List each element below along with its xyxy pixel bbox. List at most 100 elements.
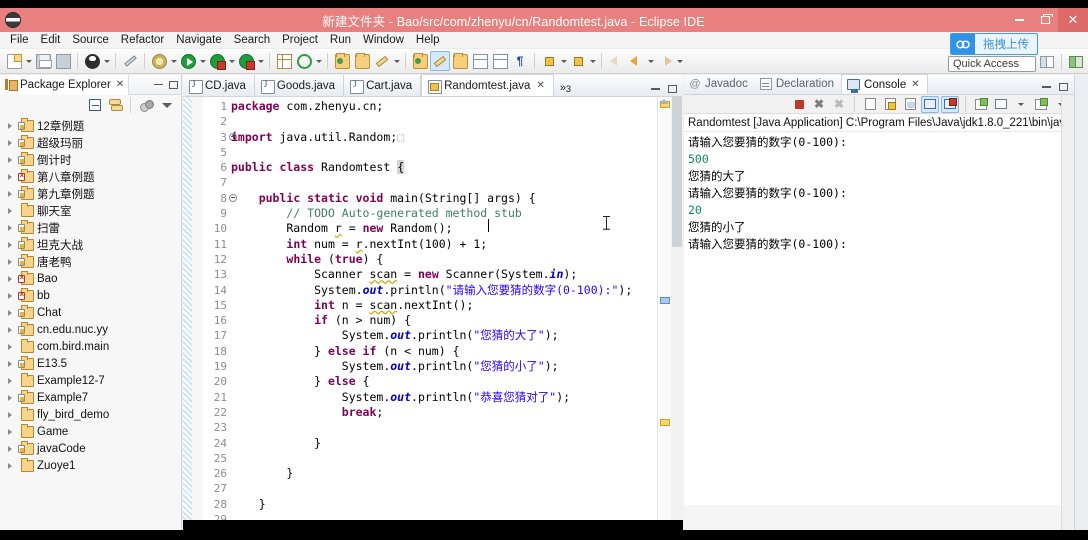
- editor-tab-randomtest-java[interactable]: Randomtest.java ✕: [421, 74, 554, 96]
- skip-breakpoints-icon[interactable]: [450, 51, 470, 71]
- tree-item[interactable]: Bao: [0, 270, 181, 287]
- word-wrap-icon[interactable]: [901, 96, 919, 113]
- new-file-dropdown-arrow-icon[interactable]: [24, 51, 33, 71]
- tree-item[interactable]: 唐老鸭: [0, 253, 181, 270]
- tree-item[interactable]: bb: [0, 287, 181, 304]
- expand-arrow-icon[interactable]: [8, 185, 18, 202]
- tree-item[interactable]: 扫雷: [0, 219, 181, 236]
- tree-item[interactable]: Example12-7: [0, 372, 181, 389]
- save-all-icon[interactable]: [53, 51, 73, 71]
- scroll-up-caret-icon[interactable]: [659, 99, 669, 104]
- external-tools-dropdown-arrow-icon[interactable]: [314, 51, 323, 71]
- expand-arrow-icon[interactable]: [8, 440, 18, 457]
- pin-console-icon[interactable]: [972, 96, 990, 113]
- menu-edit[interactable]: Edit: [35, 33, 67, 47]
- tree-item[interactable]: 第八章例题: [0, 168, 181, 185]
- marker-occurrence[interactable]: [660, 297, 670, 304]
- expand-arrow-icon[interactable]: [8, 219, 18, 236]
- previous-edit-dropdown-arrow-icon[interactable]: [588, 51, 597, 71]
- minimize-button[interactable]: [1006, 8, 1032, 32]
- code-line[interactable]: System.out.println("您猜的大了");: [231, 328, 671, 343]
- code-line[interactable]: [231, 145, 671, 160]
- previous-annotation-icon[interactable]: [490, 51, 510, 71]
- right-perspective-rail[interactable]: [1074, 75, 1088, 530]
- editor-vertical-scrollbar[interactable]: [671, 97, 683, 530]
- new-file-icon[interactable]: [4, 51, 24, 71]
- close-icon[interactable]: ✕: [536, 80, 544, 91]
- display-selected-console-dropdown-arrow-icon[interactable]: [1012, 96, 1030, 113]
- expand-arrow-icon[interactable]: [8, 253, 18, 270]
- new-java-project-icon[interactable]: [274, 51, 294, 71]
- run-icon[interactable]: [178, 51, 198, 71]
- external-tools-icon[interactable]: [294, 51, 314, 71]
- open-task-icon[interactable]: [352, 51, 372, 71]
- open-console-icon[interactable]: [1032, 96, 1050, 113]
- marker-warning[interactable]: [660, 419, 670, 426]
- back-icon[interactable]: [606, 51, 626, 71]
- expand-arrow-icon[interactable]: [8, 117, 18, 134]
- search-icon[interactable]: [372, 51, 392, 71]
- expand-arrow-icon[interactable]: [8, 457, 18, 474]
- close-icon[interactable]: ✕: [911, 79, 919, 90]
- expand-arrow-icon[interactable]: [8, 321, 18, 338]
- display-selected-console-icon[interactable]: [992, 96, 1010, 113]
- quick-access-input[interactable]: Quick Access: [948, 56, 1036, 72]
- editor-tab-overflow[interactable]: » 3: [554, 82, 577, 96]
- terminate-icon[interactable]: [790, 96, 808, 113]
- previous-edit-icon[interactable]: [568, 51, 588, 71]
- tree-item[interactable]: 超级玛丽: [0, 134, 181, 151]
- source-code[interactable]: package com.zhenyu.cn; import java.util.…: [231, 97, 671, 530]
- tab-declaration[interactable]: Declaration: [755, 74, 841, 94]
- expand-arrow-icon[interactable]: [8, 151, 18, 168]
- tree-item[interactable]: fly_bird_demo: [0, 406, 181, 423]
- code-line[interactable]: package com.zhenyu.cn;: [231, 99, 671, 114]
- view-filter-icon[interactable]: [138, 97, 155, 114]
- link-icon[interactable]: [120, 51, 140, 71]
- code-line[interactable]: [231, 481, 671, 496]
- open-type-icon[interactable]: [332, 51, 352, 71]
- overview-marker-ruler[interactable]: [657, 97, 671, 530]
- debug-dropdown-arrow-icon[interactable]: [169, 51, 178, 71]
- scroll-lock-icon[interactable]: [881, 96, 899, 113]
- remove-all-launches-icon[interactable]: ✖: [830, 96, 848, 113]
- forward-icon[interactable]: [626, 51, 646, 71]
- view-menu-icon[interactable]: [158, 97, 175, 114]
- expand-arrow-icon[interactable]: [8, 202, 18, 219]
- tree-item[interactable]: com.bird.main: [0, 338, 181, 355]
- code-line[interactable]: int n = scan.nextInt();: [231, 298, 671, 313]
- expand-arrow-icon[interactable]: [8, 338, 18, 355]
- menu-project[interactable]: Project: [276, 33, 324, 47]
- code-line[interactable]: while (true) {: [231, 252, 671, 267]
- maximize-view-icon[interactable]: [1059, 83, 1068, 91]
- code-line[interactable]: System.out.println("恭喜您猜对了");: [231, 390, 671, 405]
- save-icon[interactable]: [33, 51, 53, 71]
- editor-body[interactable]: 1 2 3 5 6 7 8 9 10 11 12 13 14 15 16 17 18 19 20 21 22 23 24 25…: [183, 97, 683, 530]
- console-outer-scrollbar[interactable]: [1061, 95, 1074, 530]
- tab-javadoc[interactable]: @ Javadoc: [684, 74, 755, 94]
- debug-icon[interactable]: [149, 51, 169, 71]
- open-perspective-icon[interactable]: [1037, 52, 1057, 72]
- tab-console[interactable]: Console ✕: [841, 74, 928, 94]
- editor-scrollbar-thumb[interactable]: [672, 97, 682, 247]
- editor-tab-goods-java[interactable]: Goods.java: [255, 75, 345, 96]
- menu-search[interactable]: Search: [228, 33, 276, 47]
- menu-run[interactable]: Run: [324, 33, 357, 47]
- search-dropdown-arrow-icon[interactable]: [392, 51, 401, 71]
- editor-gutter[interactable]: [192, 97, 203, 530]
- code-line[interactable]: [231, 420, 671, 435]
- next-edit-dropdown-arrow-icon[interactable]: [559, 51, 568, 71]
- expand-arrow-icon[interactable]: [8, 304, 18, 321]
- code-line[interactable]: }: [231, 497, 671, 512]
- menu-navigate[interactable]: Navigate: [170, 33, 227, 47]
- run-config-icon[interactable]: [207, 51, 227, 71]
- run-config-dropdown-arrow-icon[interactable]: [227, 51, 236, 71]
- code-line[interactable]: [231, 114, 671, 129]
- tree-item[interactable]: E13.5: [0, 355, 181, 372]
- expand-arrow-icon[interactable]: [8, 355, 18, 372]
- pilcrow-icon[interactable]: ¶: [510, 51, 530, 71]
- code-line[interactable]: }: [231, 436, 671, 451]
- minimize-view-icon[interactable]: [154, 83, 163, 86]
- forward-nav-dropdown-arrow-icon[interactable]: [675, 51, 684, 71]
- code-line[interactable]: } else if (n < num) {: [231, 344, 671, 359]
- clear-console-icon[interactable]: [861, 96, 879, 113]
